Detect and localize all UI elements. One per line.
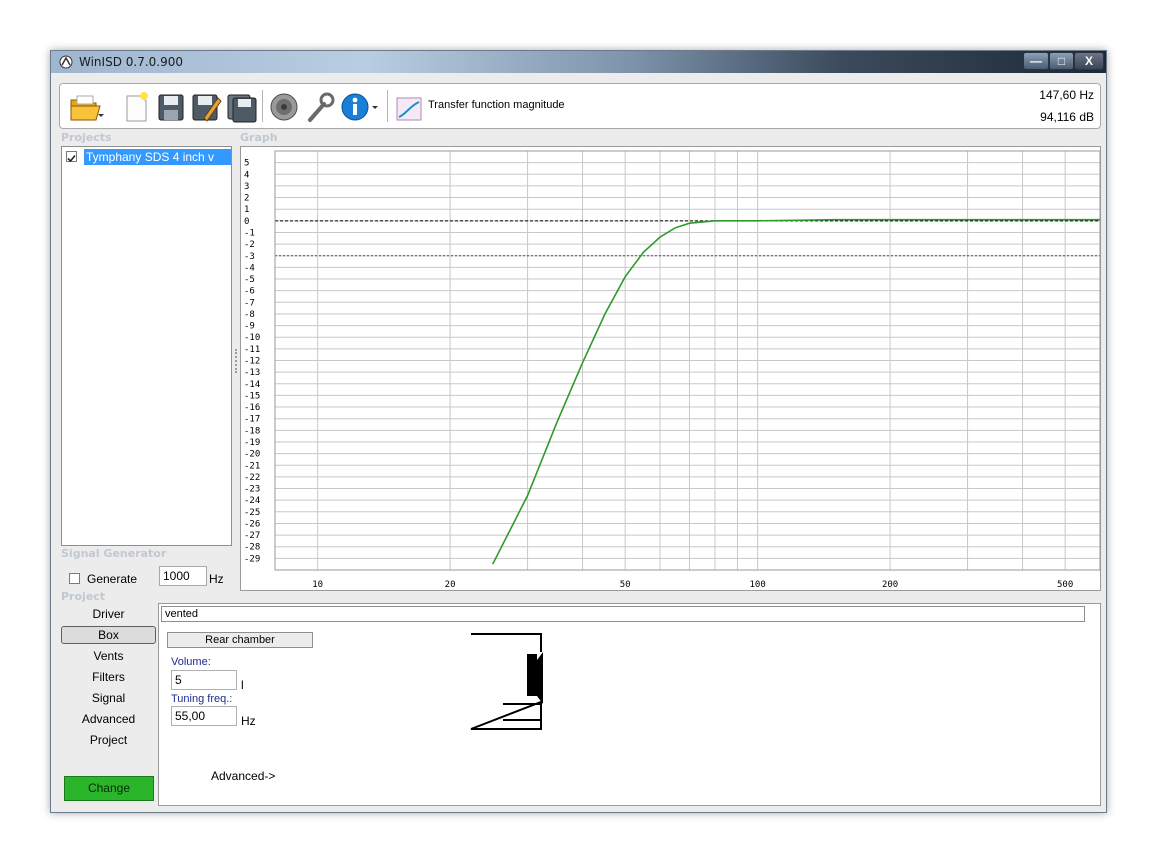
y-tick-label: -27 xyxy=(244,531,260,541)
advanced-link[interactable]: Advanced-> xyxy=(211,769,275,783)
nav-item-vents[interactable]: Vents xyxy=(61,647,156,665)
y-tick-label: 3 xyxy=(244,182,249,192)
close-button[interactable]: X xyxy=(1074,52,1104,70)
cursor-level-readout: 94,116 dB xyxy=(1040,110,1094,124)
window-title: WinISD 0.7.0.900 xyxy=(79,55,184,69)
tools-icon[interactable] xyxy=(304,90,336,124)
y-tick-label: -9 xyxy=(244,322,255,332)
y-tick-label: -18 xyxy=(244,426,260,436)
x-tick-label: 20 xyxy=(445,580,456,590)
y-tick-label: 1 xyxy=(244,205,249,215)
y-tick-label: 0 xyxy=(244,217,249,227)
nav-item-project[interactable]: Project xyxy=(61,731,156,749)
box-settings-panel: vented Rear chamber Volume: l Tuning fre… xyxy=(158,603,1101,806)
y-tick-label: -15 xyxy=(244,391,260,401)
x-tick-label: 50 xyxy=(620,580,631,590)
y-tick-label: -3 xyxy=(244,252,255,262)
transfer-function-graph-icon[interactable] xyxy=(394,90,424,124)
open-folder-icon[interactable] xyxy=(68,90,104,124)
project-name[interactable]: Tymphany SDS 4 inch v xyxy=(84,149,231,165)
save-all-icon[interactable] xyxy=(226,90,258,124)
generate-checkbox[interactable] xyxy=(69,573,80,584)
y-tick-label: -23 xyxy=(244,485,260,495)
winisd-logo-icon xyxy=(59,55,73,69)
x-tick-label: 10 xyxy=(312,580,323,590)
cursor-frequency-readout: 147,60 Hz xyxy=(1039,88,1094,102)
tuning-frequency-label: Tuning freq.: xyxy=(171,693,233,705)
box-type-field[interactable]: vented xyxy=(161,606,1085,622)
y-tick-label: -21 xyxy=(244,461,260,471)
y-tick-label: -2 xyxy=(244,240,255,250)
rear-chamber-button[interactable]: Rear chamber xyxy=(167,632,313,648)
graph-type-label[interactable]: Transfer function magnitude xyxy=(428,99,565,111)
title-bar[interactable]: WinISD 0.7.0.900 — □ X xyxy=(51,51,1106,73)
nav-item-box[interactable]: Box xyxy=(61,626,156,644)
x-tick-label: 500 xyxy=(1057,580,1073,590)
toolbar-separator xyxy=(387,90,388,122)
y-tick-label: -17 xyxy=(244,415,260,425)
y-tick-label: -10 xyxy=(244,333,260,343)
change-button[interactable]: Change xyxy=(64,776,154,801)
signal-generator-section-label: Signal Generator xyxy=(61,547,167,560)
vented-box-diagram xyxy=(470,633,543,730)
y-tick-label: -22 xyxy=(244,473,260,483)
toolbar: Transfer function magnitude 147,60 Hz 94… xyxy=(59,83,1101,129)
save-icon[interactable] xyxy=(156,90,186,124)
driver-icon[interactable] xyxy=(268,90,300,124)
maximize-button[interactable]: □ xyxy=(1049,52,1074,70)
y-tick-label: -4 xyxy=(244,263,255,273)
y-tick-label: -7 xyxy=(244,298,255,308)
minimize-button[interactable]: — xyxy=(1023,52,1049,70)
y-tick-label: -29 xyxy=(244,554,260,564)
volume-label: Volume: xyxy=(171,656,211,668)
generator-frequency-input[interactable] xyxy=(159,566,207,586)
y-tick-label: -5 xyxy=(244,275,255,285)
y-tick-label: -25 xyxy=(244,508,260,518)
nav-item-signal[interactable]: Signal xyxy=(61,689,156,707)
transfer-function-chart: 543210-1-2-3-4-5-6-7-8-9-10-11-12-13-14-… xyxy=(244,150,1101,590)
y-tick-label: -8 xyxy=(244,310,255,320)
y-tick-label: -19 xyxy=(244,438,260,448)
y-tick-label: -13 xyxy=(244,368,260,378)
project-section-label: Project xyxy=(61,590,106,603)
x-tick-label: 100 xyxy=(749,580,765,590)
y-tick-label: -28 xyxy=(244,543,260,553)
y-tick-label: 2 xyxy=(244,194,249,204)
project-checkbox[interactable] xyxy=(66,151,77,163)
nav-item-filters[interactable]: Filters xyxy=(61,668,156,686)
y-tick-label: -1 xyxy=(244,228,255,238)
projects-section-label: Projects xyxy=(61,131,112,144)
y-tick-label: 4 xyxy=(244,170,249,180)
nav-item-advanced[interactable]: Advanced xyxy=(61,710,156,728)
generator-frequency-unit: Hz xyxy=(209,572,224,586)
y-tick-label: -24 xyxy=(244,496,260,506)
info-icon[interactable] xyxy=(340,90,380,124)
y-tick-label: 5 xyxy=(244,159,249,169)
app-window: WinISD 0.7.0.900 — □ X Transfer function… xyxy=(50,50,1107,813)
save-as-icon[interactable] xyxy=(190,90,222,124)
y-tick-label: -26 xyxy=(244,519,260,529)
projects-list: Tymphany SDS 4 inch v xyxy=(61,146,232,546)
y-tick-label: -20 xyxy=(244,450,260,460)
checkmark-icon xyxy=(67,154,76,163)
y-tick-label: -14 xyxy=(244,380,260,390)
y-tick-label: -16 xyxy=(244,403,260,413)
toolbar-separator xyxy=(262,90,263,122)
y-tick-label: -11 xyxy=(244,345,260,355)
panel-splitter-handle[interactable] xyxy=(235,349,239,373)
response-curve xyxy=(491,218,1100,565)
x-tick-label: 200 xyxy=(882,580,898,590)
tuning-frequency-unit: Hz xyxy=(241,714,256,728)
graph-panel[interactable]: 5 4 3 2 1 0 -1 -2 -3 -4 -5 -6 -7 -8 -9 -10 -11 -12 -13 -14-… xyxy=(240,146,1101,591)
volume-input[interactable] xyxy=(171,670,237,690)
nav-item-driver[interactable]: Driver xyxy=(61,605,156,623)
new-document-icon[interactable] xyxy=(122,90,150,124)
tuning-frequency-input[interactable] xyxy=(171,706,237,726)
generate-label: Generate xyxy=(87,572,138,586)
graph-section-label: Graph xyxy=(240,131,278,144)
volume-unit: l xyxy=(241,678,244,692)
y-tick-label: -6 xyxy=(244,287,255,297)
y-tick-label: -12 xyxy=(244,357,260,367)
